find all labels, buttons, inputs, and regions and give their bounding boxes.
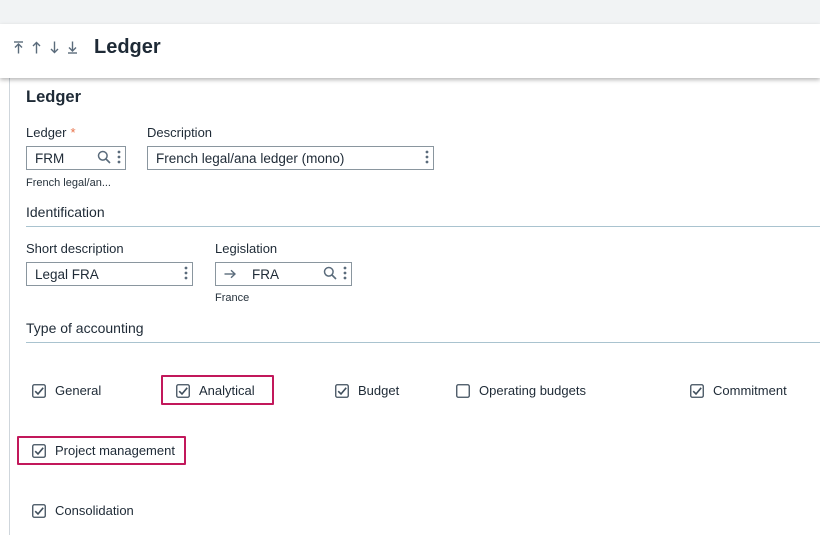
ledger-field[interactable]: FRM [26, 146, 126, 170]
checkbox-analytical[interactable]: Analytical [176, 383, 255, 398]
legislation-label: Legislation [215, 241, 278, 256]
checked-checkbox-icon[interactable] [176, 383, 190, 398]
identification-title: Identification [26, 204, 105, 220]
checkbox-commitment[interactable]: Commitment [690, 383, 787, 398]
legislation-field[interactable]: FRA [215, 262, 352, 286]
checkbox-label: Project management [55, 443, 175, 458]
ledger-value[interactable]: FRM [27, 151, 64, 166]
checkbox-operating-budgets[interactable]: Operating budgets [456, 383, 586, 398]
next-record-icon[interactable] [48, 38, 61, 56]
section-title: Ledger [26, 88, 82, 106]
previous-record-icon[interactable] [30, 38, 43, 56]
last-record-icon[interactable] [66, 38, 79, 56]
description-label: Description [147, 125, 213, 140]
checkbox-general[interactable]: General [32, 383, 101, 398]
required-marker: * [70, 125, 76, 140]
page-header: Ledger [0, 24, 820, 78]
checkbox-label: Commitment [713, 383, 787, 398]
more-options-icon[interactable] [425, 150, 429, 164]
checkbox-label: Analytical [199, 383, 255, 398]
more-options-icon[interactable] [184, 266, 188, 280]
description-value[interactable]: French legal/ana ledger (mono) [148, 151, 344, 166]
short-description-field[interactable]: Legal FRA [26, 262, 193, 286]
first-record-icon[interactable] [12, 38, 25, 56]
section-divider [26, 342, 820, 343]
form-content: Ledger Ledger * FRM French legal/an... De… [0, 78, 820, 535]
more-options-icon[interactable] [343, 266, 347, 280]
legislation-value[interactable]: FRA [236, 267, 279, 282]
checkbox-consolidation[interactable]: Consolidation [32, 503, 134, 518]
checkbox-budget[interactable]: Budget [335, 383, 399, 398]
top-strip [0, 0, 820, 25]
checkbox-label: Consolidation [55, 503, 134, 518]
checkbox-label: Operating budgets [479, 383, 586, 398]
checked-checkbox-icon[interactable] [335, 383, 349, 398]
short-description-value[interactable]: Legal FRA [27, 267, 99, 282]
short-description-label: Short description [26, 241, 124, 256]
arrow-right-icon[interactable] [224, 269, 236, 279]
legislation-hint: France [215, 292, 250, 304]
checked-checkbox-icon[interactable] [690, 383, 704, 398]
unchecked-checkbox-icon[interactable] [456, 383, 470, 398]
checkbox-project-management[interactable]: Project management [32, 443, 175, 458]
search-icon[interactable] [323, 266, 337, 280]
search-icon[interactable] [97, 150, 111, 164]
record-navigation [12, 38, 79, 56]
accounting-title: Type of accounting [26, 320, 144, 336]
checkbox-label: Budget [358, 383, 400, 398]
checkbox-label: General [55, 383, 102, 398]
ledger-label: Ledger * [26, 125, 76, 140]
description-field[interactable]: French legal/ana ledger (mono) [147, 146, 434, 170]
page-title: Ledger [94, 36, 161, 58]
section-divider [26, 226, 820, 227]
checked-checkbox-icon[interactable] [32, 503, 46, 518]
ledger-label-text: Ledger [26, 125, 67, 140]
ledger-hint: French legal/an... [26, 177, 111, 189]
more-options-icon[interactable] [117, 150, 121, 164]
checked-checkbox-icon[interactable] [32, 383, 46, 398]
left-border [9, 78, 10, 535]
checked-checkbox-icon[interactable] [32, 443, 46, 458]
